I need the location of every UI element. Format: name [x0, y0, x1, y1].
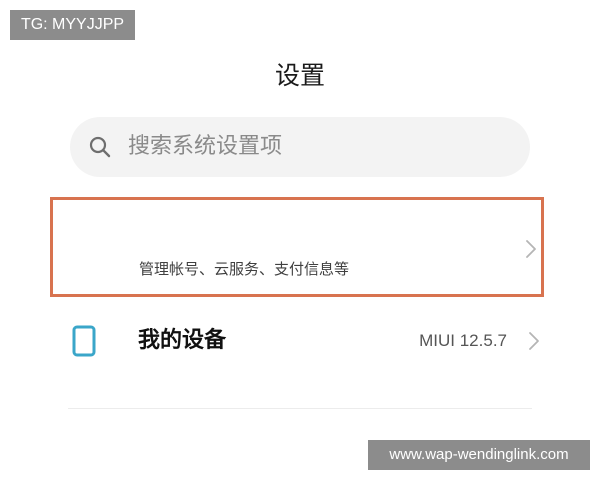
account-subtitle: 管理帐号、云服务、支付信息等 [139, 260, 350, 278]
account-settings-item[interactable]: 管理帐号、云服务、支付信息等 [50, 197, 544, 297]
chevron-right-icon [527, 331, 541, 351]
device-title: 我的设备 [138, 328, 227, 353]
search-bar[interactable]: 搜索系统设置项 [70, 117, 530, 177]
chevron-right-icon [524, 239, 538, 259]
device-version: MIUI 12.5.7 [419, 331, 507, 350]
tg-watermark: TG: MYYJJPP [10, 10, 135, 40]
page-title: 设置 [274, 61, 325, 90]
my-device-item[interactable]: 我的设备 MIUI 12.5.7 [0, 305, 600, 377]
phone-icon [72, 325, 96, 357]
search-placeholder: 搜索系统设置项 [128, 134, 283, 159]
search-icon [88, 135, 112, 159]
divider [68, 408, 532, 409]
site-watermark: www.wap-wendinglink.com [368, 440, 590, 470]
